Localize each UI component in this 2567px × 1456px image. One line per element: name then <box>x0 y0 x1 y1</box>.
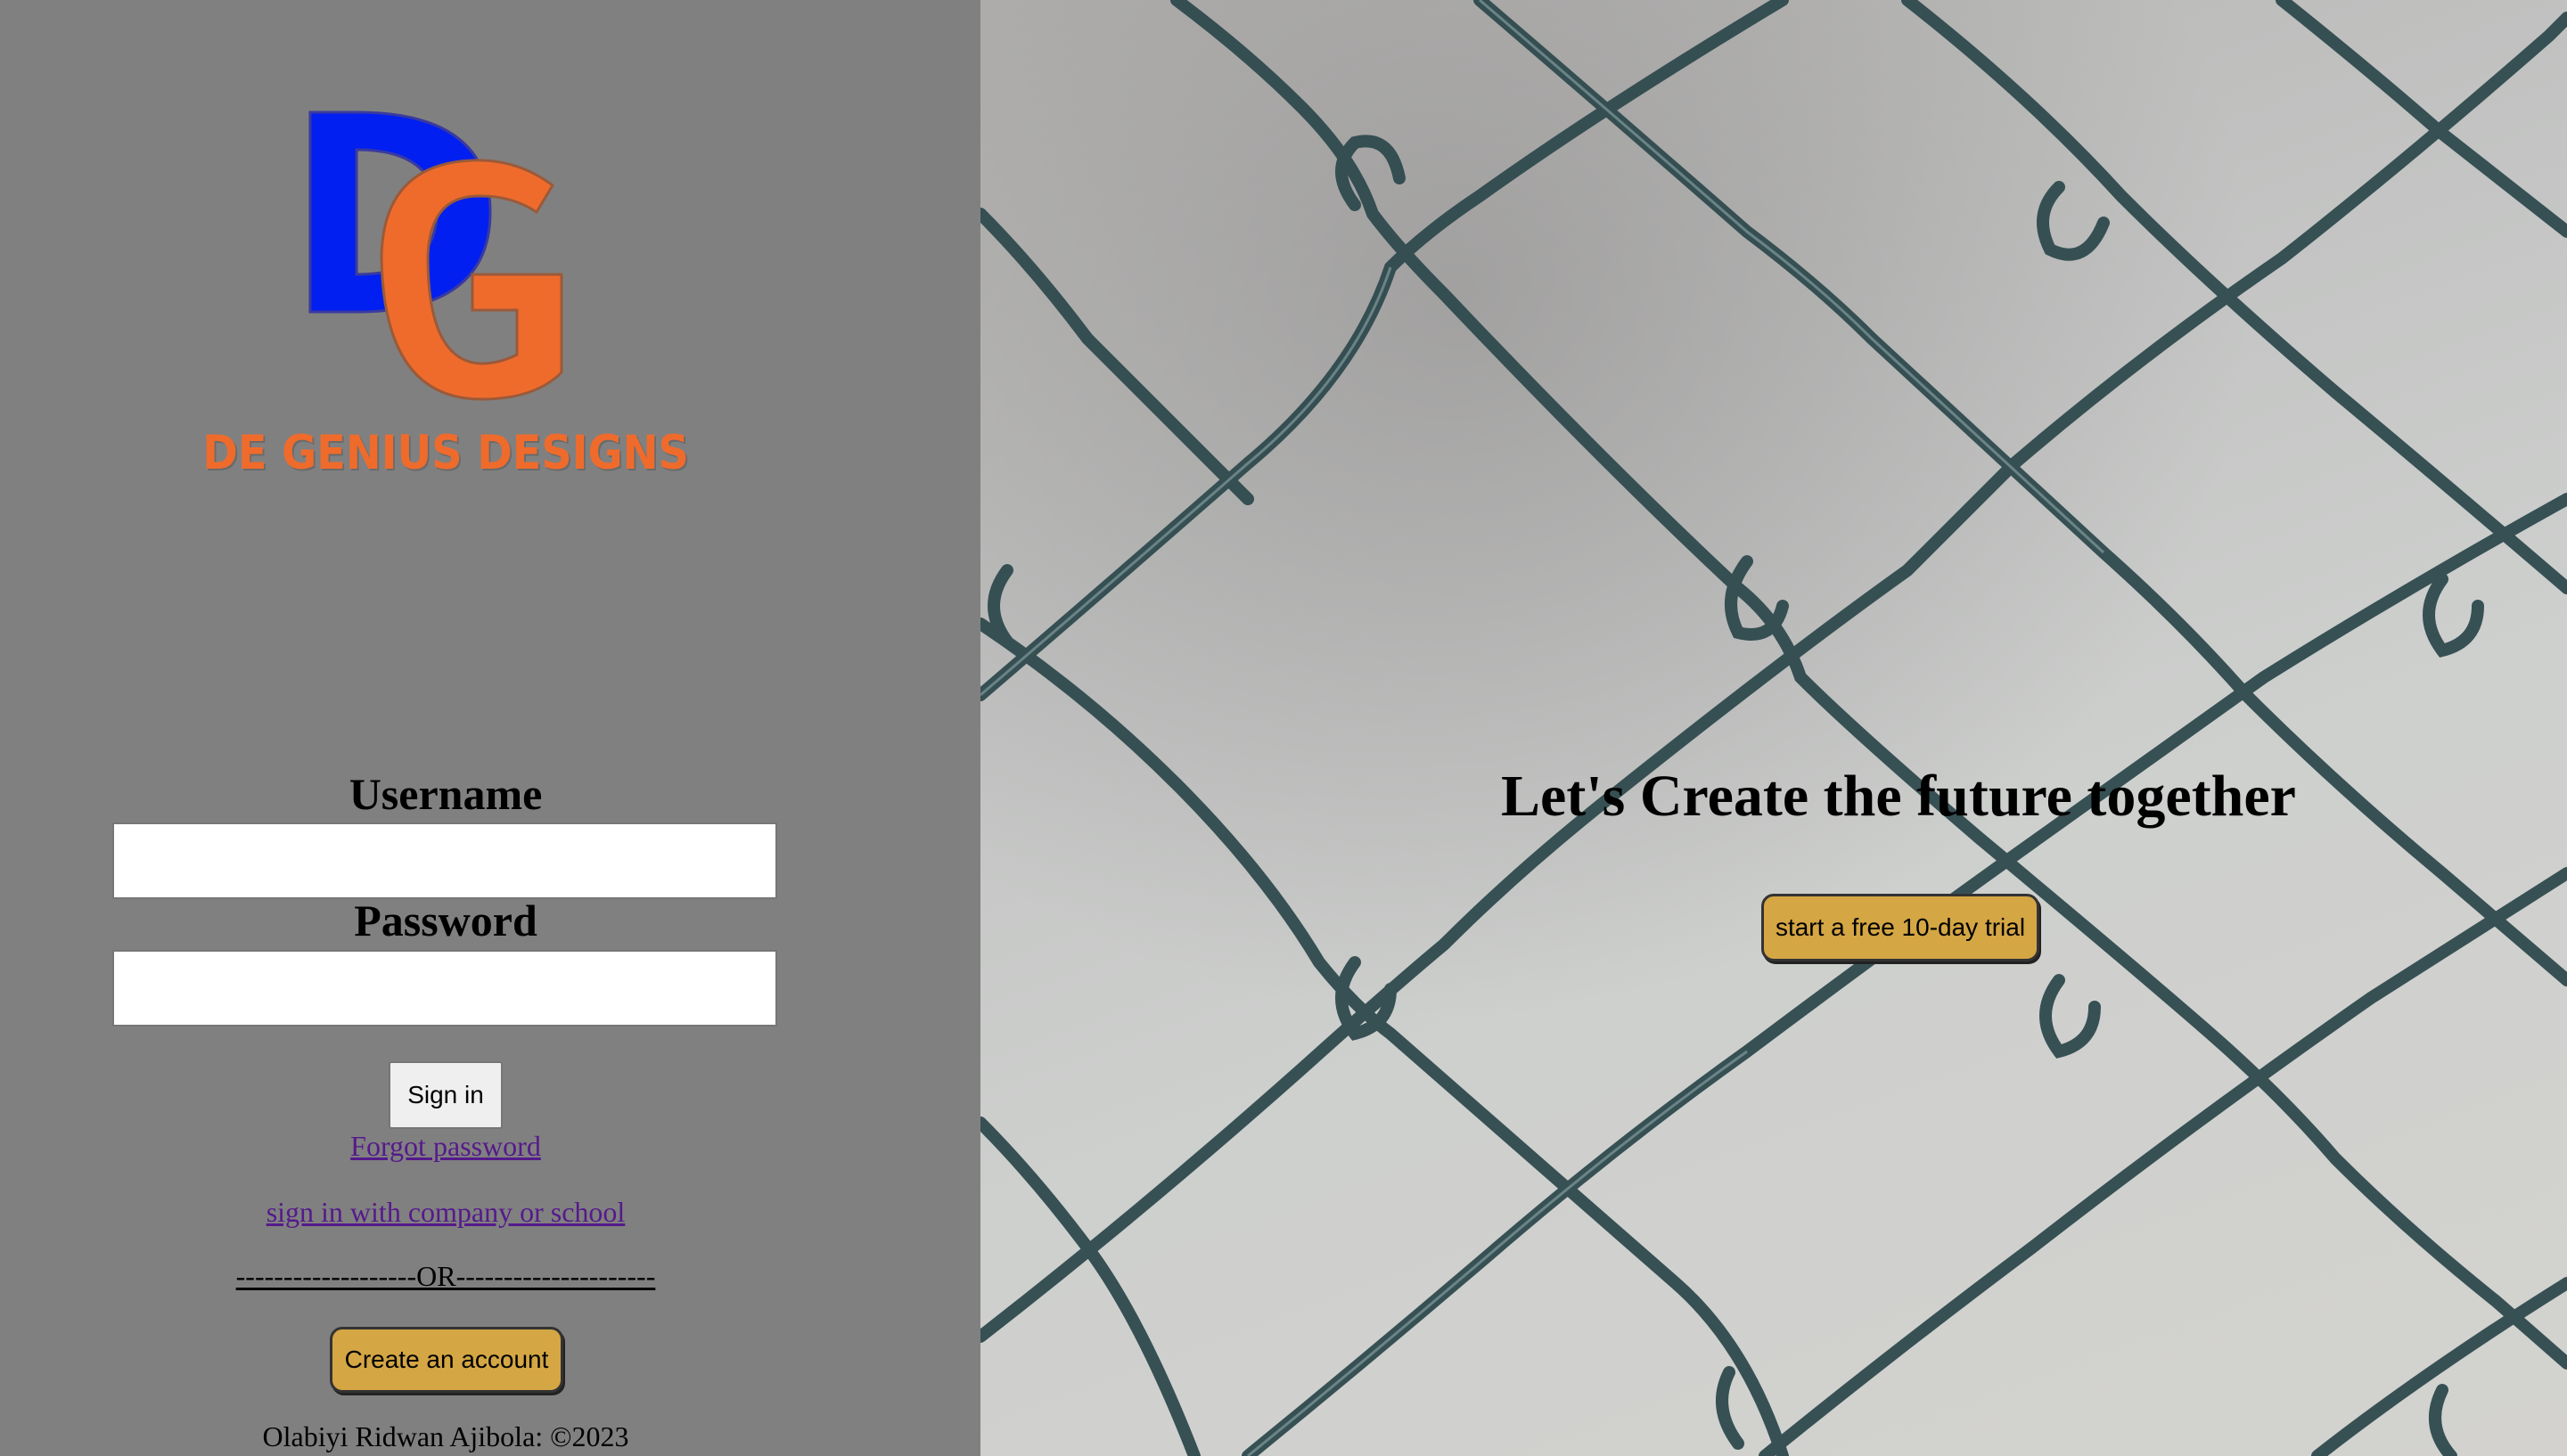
brand-name: DE GENIUS DESIGNS <box>202 426 689 480</box>
username-input[interactable] <box>112 822 777 899</box>
create-account-button[interactable]: Create an account <box>330 1327 563 1393</box>
company-signin-link[interactable]: sign in with company or school <box>0 1196 891 1229</box>
forgot-password-link[interactable]: Forgot password <box>0 1130 891 1163</box>
free-trial-button[interactable]: start a free 10-day trial <box>1761 894 2039 961</box>
username-label: Username <box>349 769 543 819</box>
hero-panel: Let's Create the future together <box>980 0 2567 1456</box>
hero-title: Let's Create the future together <box>1501 764 2296 829</box>
login-panel: DE GENIUS DESIGNS Username Password Sign… <box>0 0 980 1456</box>
footer-copyright: Olabiyi Ridwan Ajibola: ©2023 <box>262 1420 629 1452</box>
password-label: Password <box>354 896 537 945</box>
or-separator: -------------------OR-------------------… <box>235 1260 656 1292</box>
password-input[interactable] <box>112 950 777 1027</box>
chain-link-fence-background <box>980 0 2567 1456</box>
brand-logo <box>308 110 563 401</box>
sign-in-button[interactable]: Sign in <box>389 1061 503 1129</box>
logo-letter-g <box>380 159 563 401</box>
